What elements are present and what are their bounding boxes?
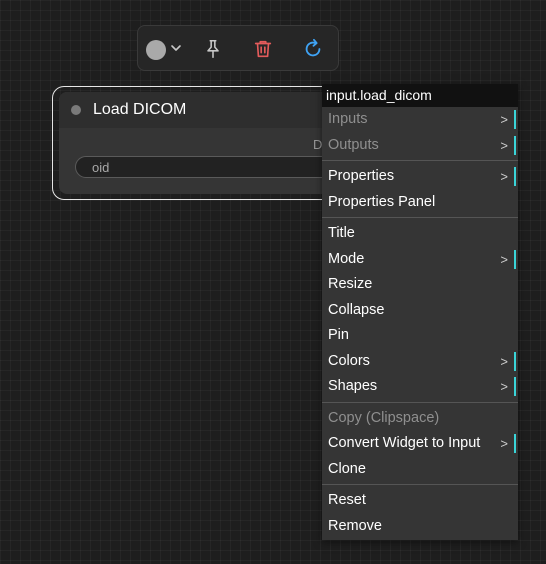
menu-item-mode[interactable]: Mode > (322, 247, 518, 273)
oid-widget-value: oid (92, 160, 110, 175)
submenu-indicator (514, 351, 516, 371)
menu-item-label: Properties Panel (328, 193, 436, 210)
menu-item-clone[interactable]: Clone (322, 457, 518, 483)
load-dicom-node[interactable]: Load DICOM D oid (59, 92, 349, 194)
menu-item-label: Inputs (328, 111, 368, 127)
menu-item-colors[interactable]: Colors > (322, 349, 518, 375)
menu-item-label: Resize (328, 276, 373, 292)
menu-item-label: Title (328, 225, 355, 241)
menu-item-label: Clone (328, 460, 366, 477)
color-swatch-button[interactable] (146, 40, 166, 60)
menu-item-label: Collapse (328, 301, 385, 318)
submenu-indicator (514, 135, 516, 155)
menu-item-label: Reset (328, 492, 366, 508)
menu-item-label: Convert Widget to Input (328, 435, 481, 451)
node-toolbar (137, 25, 339, 71)
submenu-indicator (514, 377, 516, 396)
menu-item-label: Mode (328, 250, 365, 267)
refresh-icon[interactable] (302, 38, 324, 60)
menu-item-pin[interactable]: Pin (322, 323, 518, 349)
submenu-indicator (514, 434, 516, 453)
menu-item-remove[interactable]: Remove (322, 514, 518, 540)
trash-icon[interactable] (252, 38, 274, 60)
menu-item-collapse[interactable]: Collapse (322, 298, 518, 324)
submenu-arrow-icon: > (500, 112, 508, 127)
submenu-arrow-icon: > (500, 251, 508, 267)
node-header[interactable]: Load DICOM (59, 92, 349, 128)
oid-widget[interactable]: oid (75, 156, 349, 178)
node-collapse-dot[interactable] (71, 105, 81, 115)
menu-item-label: Pin (328, 327, 349, 343)
menu-item-label: Colors (328, 352, 370, 369)
node-output-label: D (313, 137, 323, 152)
menu-item-properties-panel[interactable]: Properties Panel (322, 190, 518, 216)
menu-item-reset[interactable]: Reset (322, 488, 518, 514)
menu-item-inputs: Inputs > (322, 107, 518, 133)
node-title: Load DICOM (93, 101, 187, 118)
menu-item-properties[interactable]: Properties > (322, 164, 518, 190)
menu-item-copy-clipspace: Copy (Clipspace) (322, 406, 518, 432)
menu-item-label: Properties (328, 168, 395, 184)
submenu-arrow-icon: > (500, 436, 508, 451)
pin-icon[interactable] (202, 38, 224, 60)
submenu-arrow-icon: > (500, 137, 508, 153)
menu-item-resize[interactable]: Resize (322, 272, 518, 298)
submenu-arrow-icon: > (500, 379, 508, 394)
menu-item-label: Copy (Clipspace) (328, 409, 440, 426)
menu-item-title[interactable]: Title (322, 221, 518, 247)
submenu-arrow-icon: > (500, 353, 508, 369)
menu-item-convert-widget-to-input[interactable]: Convert Widget to Input > (322, 431, 518, 457)
menu-item-shapes[interactable]: Shapes > (322, 374, 518, 400)
menu-item-label: Shapes (328, 378, 378, 394)
menu-item-label: Remove (328, 517, 382, 534)
submenu-indicator (514, 110, 516, 129)
menu-item-label: Outputs (328, 136, 379, 153)
submenu-arrow-icon: > (500, 169, 508, 184)
context-menu-title: input.load_dicom (322, 84, 518, 107)
submenu-indicator (514, 167, 516, 186)
menu-item-outputs: Outputs > (322, 133, 518, 159)
chevron-down-icon[interactable] (170, 42, 182, 54)
context-menu: input.load_dicom Inputs > Outputs > Properti… (322, 84, 518, 540)
submenu-indicator (514, 249, 516, 269)
